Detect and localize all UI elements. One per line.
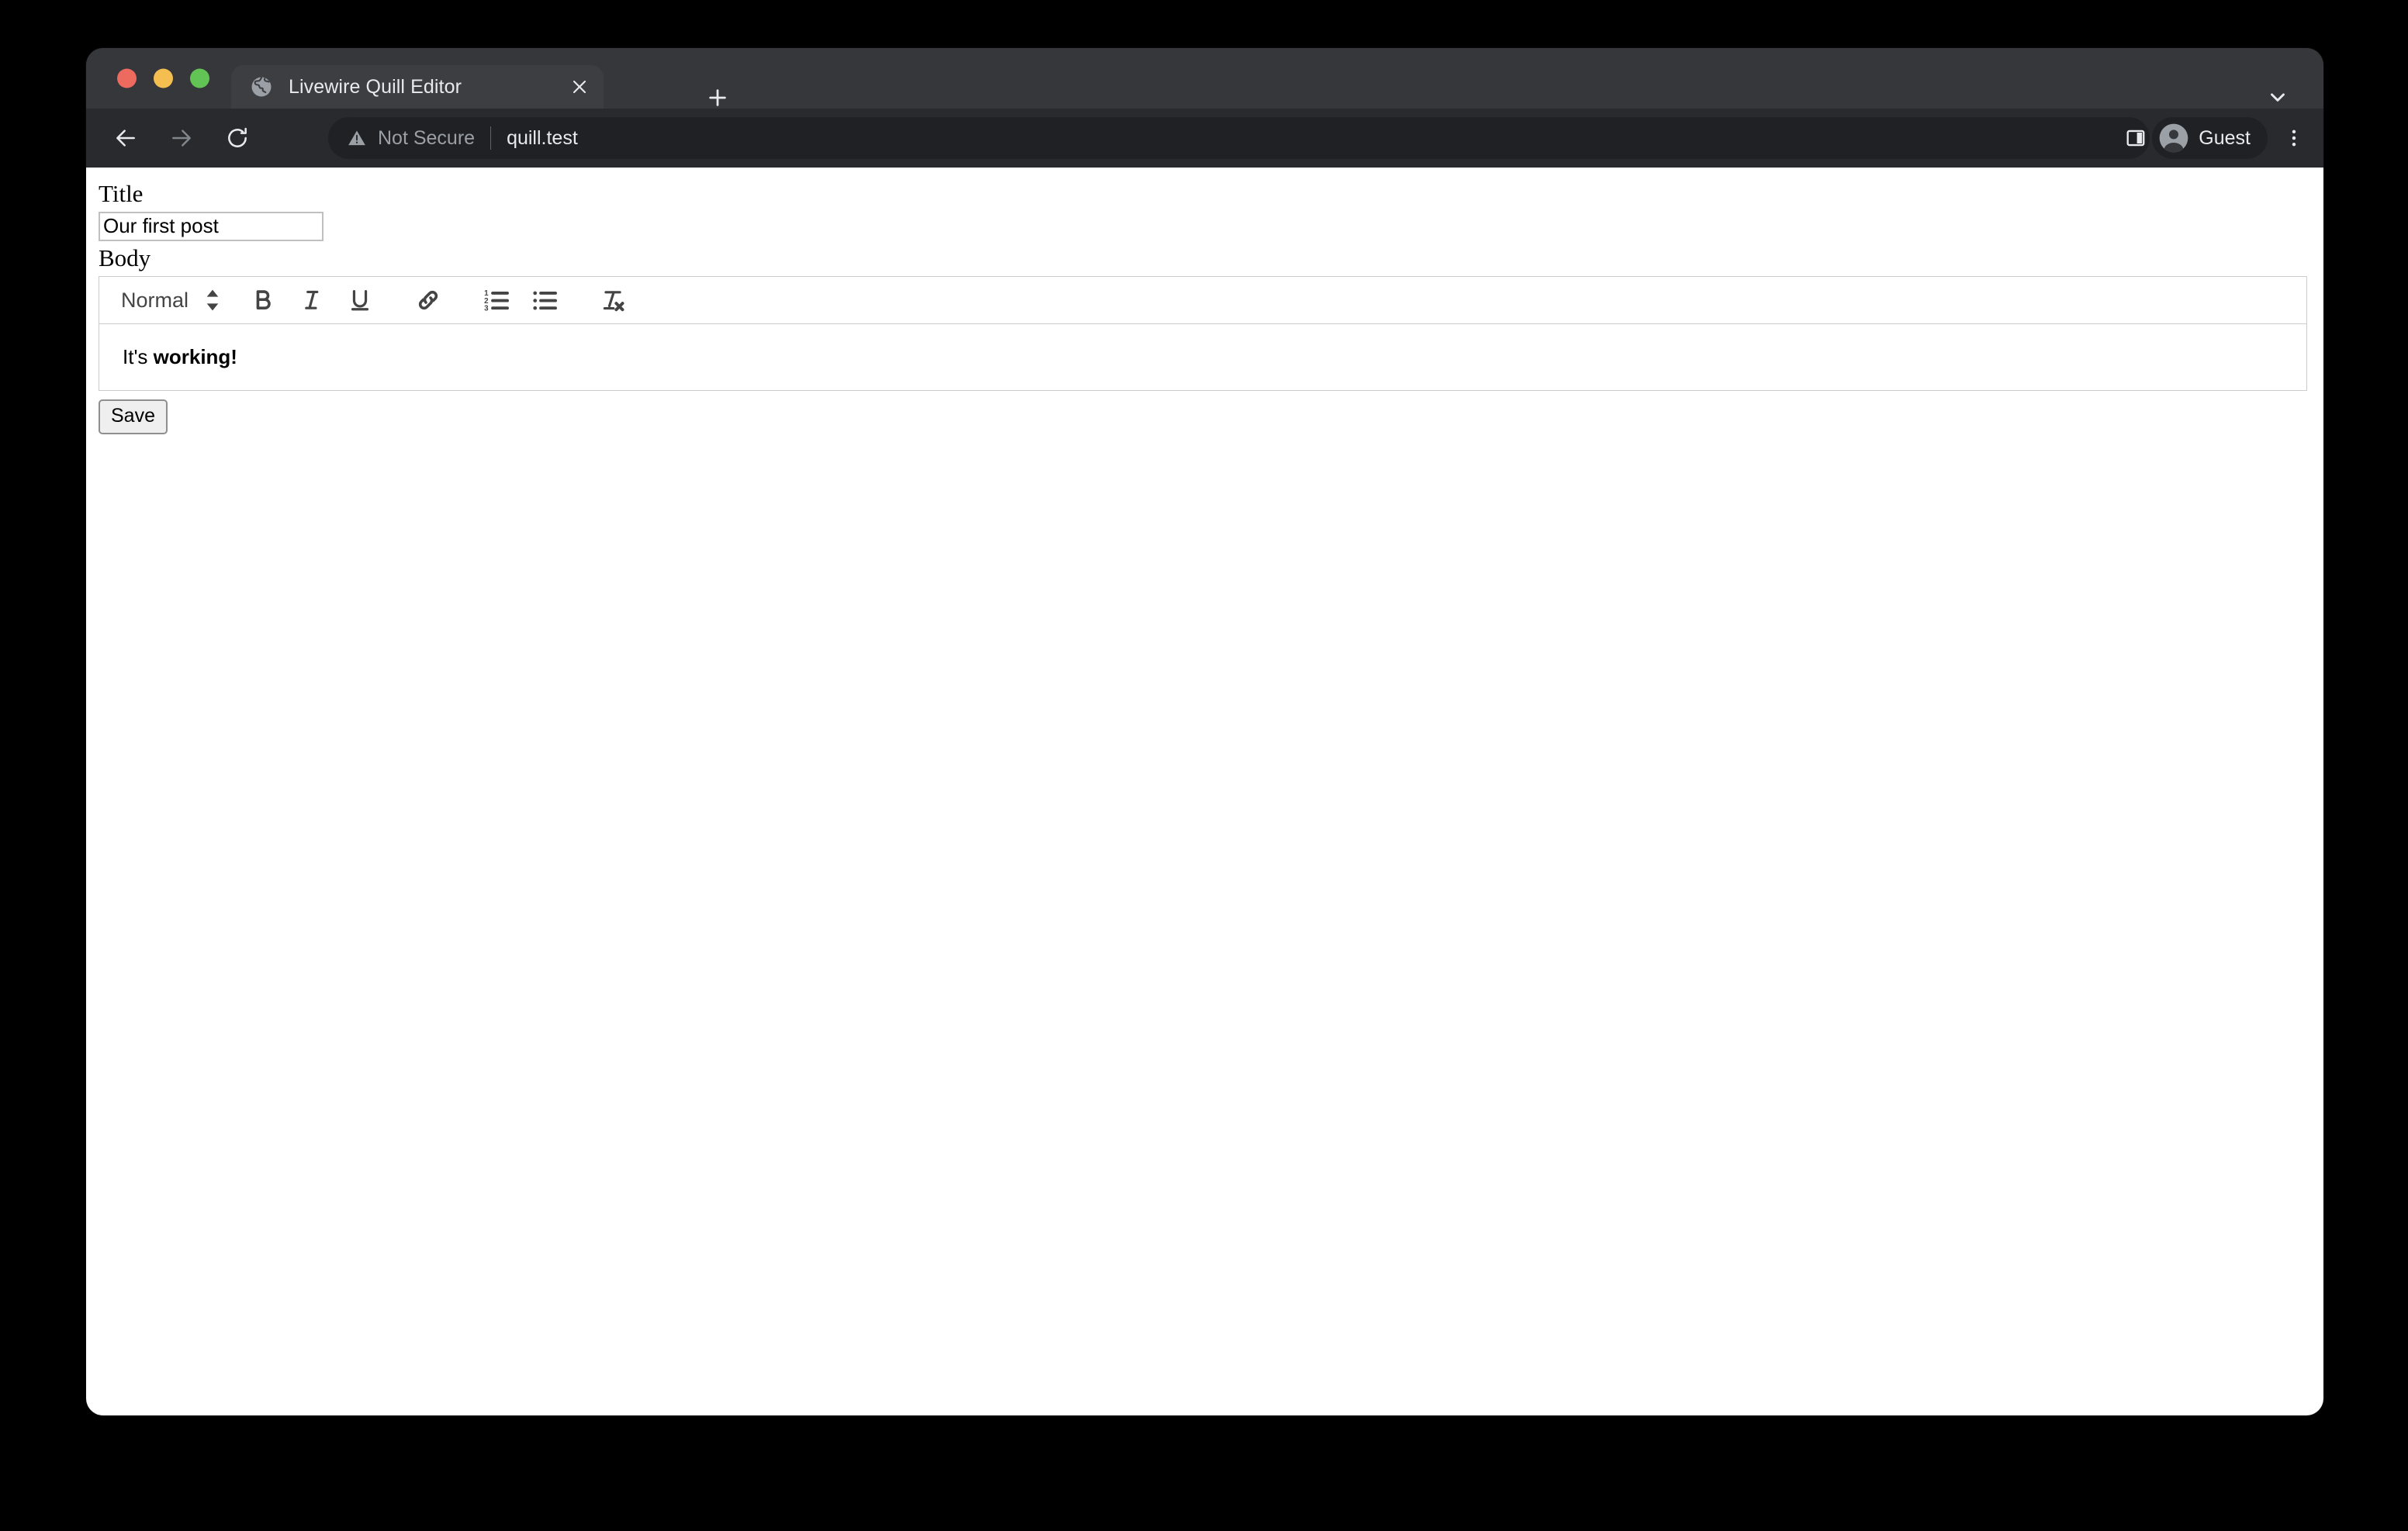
three-dot-menu-icon [2292, 130, 2296, 147]
address-bar[interactable]: Not Secure quill.test [328, 117, 2150, 159]
browser-menu-button[interactable] [2275, 119, 2313, 157]
arrow-right-icon [172, 130, 191, 147]
profile-name: Guest [2199, 126, 2251, 149]
quill-toolbar: Normal 1 2 3 [99, 276, 2307, 325]
post-form: Title Body Normal [99, 180, 2311, 435]
tab-strip: Livewire Quill Editor [86, 48, 2323, 109]
browser-toolbar: Not Secure quill.test Guest [86, 109, 2323, 168]
window-maximize-button[interactable] [190, 68, 209, 88]
omnibox-divider [490, 126, 492, 150]
profile-button[interactable]: Guest [2152, 117, 2268, 159]
window-close-button[interactable] [117, 68, 137, 88]
clear-format-button[interactable] [594, 282, 631, 319]
address-bar-url: quill.test [507, 126, 578, 149]
body-label: Body [99, 244, 151, 271]
window-controls [117, 68, 209, 88]
tab-title: Livewire Quill Editor [289, 77, 462, 97]
editor-text-plain: It's [123, 345, 154, 369]
editor-paragraph: It's working! [123, 343, 2283, 372]
bullet-list-icon [533, 291, 557, 310]
account-circle-icon [2159, 123, 2188, 153]
ordered-list-icon: 1 2 3 [484, 289, 509, 313]
quill-editor-area[interactable]: It's working! [99, 324, 2307, 392]
bullet-list-button[interactable] [526, 282, 563, 319]
side-panel-button[interactable] [2117, 119, 2154, 157]
italic-button[interactable] [293, 282, 330, 319]
title-label: Title [99, 180, 144, 207]
page-viewport: Title Body Normal [86, 168, 2323, 1415]
reload-button[interactable] [215, 116, 260, 161]
chevron-updown-icon [206, 289, 219, 311]
close-icon [573, 80, 586, 94]
chevron-down-icon [2271, 93, 2285, 102]
title-input[interactable] [99, 211, 323, 241]
arrow-left-icon [116, 130, 135, 147]
back-button[interactable] [103, 116, 148, 161]
warning-triangle-icon[interactable] [347, 128, 367, 148]
browser-tab-active[interactable]: Livewire Quill Editor [231, 65, 604, 109]
reload-icon [228, 127, 247, 147]
link-icon [418, 291, 438, 310]
bold-icon [256, 290, 271, 310]
plus-icon [709, 89, 726, 106]
clear-format-icon [603, 291, 624, 312]
heading-format-picker[interactable]: Normal [112, 282, 226, 319]
quill-editor-container: Normal 1 2 3 It's working! [99, 276, 2307, 392]
security-status-text: Not Secure [378, 126, 476, 149]
heading-format-value: Normal [121, 288, 189, 312]
window-minimize-button[interactable] [154, 68, 173, 88]
side-panel-icon [2126, 130, 2145, 147]
underline-button[interactable] [341, 282, 379, 319]
tab-close-button[interactable] [562, 69, 597, 105]
underline-icon [351, 290, 369, 311]
bold-button[interactable] [245, 282, 282, 319]
link-button[interactable] [410, 282, 447, 319]
save-button[interactable]: Save [99, 399, 168, 435]
browser-window: Livewire Quill Editor Not Secure quill.t… [86, 48, 2323, 1415]
svg-text:3: 3 [484, 305, 489, 313]
globe-icon [251, 77, 272, 97]
forward-button[interactable] [159, 116, 204, 161]
editor-text-bold: working! [153, 345, 237, 369]
ordered-list-button[interactable]: 1 2 3 [478, 282, 515, 319]
italic-icon [305, 290, 319, 309]
